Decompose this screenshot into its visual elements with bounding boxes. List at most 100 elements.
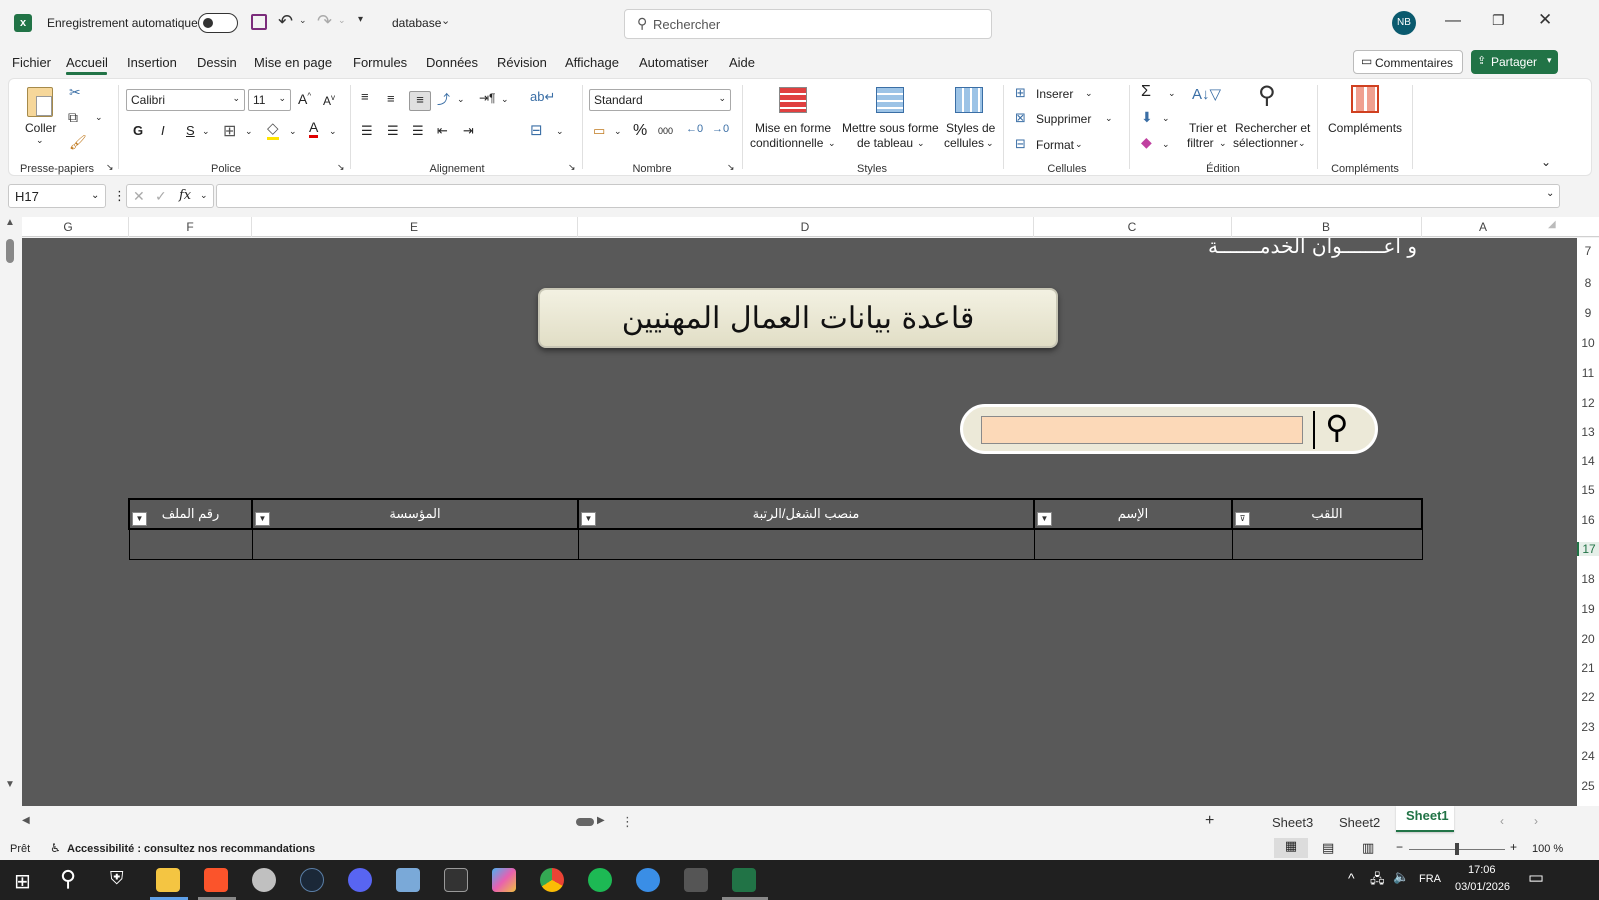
- column-header-b[interactable]: B: [1322, 220, 1330, 234]
- accessibility-icon[interactable]: ♿: [50, 841, 61, 855]
- find-dropdown-icon[interactable]: ⌄: [1298, 138, 1306, 149]
- column-divider[interactable]: [1421, 217, 1422, 237]
- scroll-thumb[interactable]: [6, 239, 14, 263]
- format-cells-icon[interactable]: ⊟: [1015, 136, 1026, 152]
- table-cell[interactable]: [577, 528, 1035, 560]
- filter-dropdown-icon[interactable]: ▼: [1037, 512, 1052, 526]
- confirm-formula-icon[interactable]: ✓: [155, 188, 167, 205]
- font-size-combo[interactable]: 11 ⌄: [248, 89, 291, 111]
- find-select-label-1[interactable]: Rechercher et: [1235, 121, 1310, 135]
- table-header-last-name[interactable]: اللقب ⊽: [1231, 498, 1423, 530]
- decrease-decimal-icon[interactable]: →0: [712, 123, 729, 135]
- insert-cells-button[interactable]: Inserer: [1036, 87, 1073, 101]
- text-direction-icon[interactable]: ⇥¶: [479, 91, 496, 105]
- redo-icon[interactable]: ↷: [317, 11, 332, 32]
- row-header[interactable]: 18: [1577, 572, 1599, 586]
- table-header-first-name[interactable]: الإسم ▼: [1033, 498, 1233, 530]
- menu-data[interactable]: Données: [426, 55, 478, 70]
- search-input[interactable]: ⚲ Rechercher: [624, 9, 992, 39]
- brave-browser-icon[interactable]: [204, 868, 228, 892]
- column-header-e[interactable]: E: [410, 220, 418, 234]
- column-divider[interactable]: [1231, 217, 1232, 237]
- epic-games-icon[interactable]: [444, 868, 468, 892]
- underline-dropdown-icon[interactable]: ⌄: [202, 126, 210, 137]
- row-header[interactable]: 20: [1577, 632, 1599, 646]
- scroll-down-icon[interactable]: ▼: [5, 779, 15, 790]
- orientation-dropdown-icon[interactable]: ⌄: [457, 94, 465, 105]
- filter-dropdown-icon[interactable]: ▼: [132, 512, 147, 526]
- cell-styles-dropdown-icon[interactable]: ⌄: [986, 138, 994, 149]
- excel-taskbar-icon[interactable]: [732, 868, 756, 892]
- menu-formulas[interactable]: Formules: [353, 55, 407, 70]
- more-options-icon[interactable]: ⋮: [113, 188, 126, 204]
- table-header-position[interactable]: منصب الشغل/الرتبة ▼: [577, 498, 1035, 530]
- menu-home[interactable]: Accueil: [66, 55, 108, 70]
- zoom-level[interactable]: 100 %: [1532, 843, 1563, 855]
- copy-dropdown-icon[interactable]: ⌄: [95, 112, 103, 123]
- row-header[interactable]: 10: [1577, 336, 1599, 350]
- format-dropdown-icon[interactable]: ⌄: [1075, 139, 1083, 150]
- borders-icon[interactable]: ⊞: [223, 121, 236, 141]
- conditional-formatting-label-1[interactable]: Mise en forme: [755, 121, 831, 135]
- row-header[interactable]: 7: [1577, 244, 1599, 258]
- number-format-combo[interactable]: Standard ⌄: [589, 89, 731, 111]
- row-header[interactable]: 19: [1577, 602, 1599, 616]
- row-header[interactable]: 11: [1577, 366, 1599, 380]
- row-header[interactable]: 23: [1577, 720, 1599, 734]
- find-select-label-2[interactable]: sélectionner: [1233, 136, 1298, 150]
- comments-button[interactable]: ▭ Commentaires: [1353, 50, 1463, 74]
- zoom-in-icon[interactable]: +: [1510, 840, 1517, 854]
- italic-button[interactable]: I: [161, 123, 165, 138]
- column-header-g[interactable]: G: [63, 220, 72, 234]
- file-explorer-icon[interactable]: [156, 868, 180, 892]
- column-divider[interactable]: [128, 217, 129, 237]
- sheet-search-input[interactable]: [981, 416, 1303, 444]
- copilot-icon[interactable]: [492, 868, 516, 892]
- tray-chevron-icon[interactable]: ^: [1348, 870, 1355, 886]
- conditional-dropdown-icon[interactable]: ⌄: [828, 138, 836, 149]
- formula-input[interactable]: [216, 184, 1560, 208]
- conditional-formatting-icon[interactable]: [779, 87, 807, 113]
- autosave-toggle[interactable]: [198, 13, 238, 33]
- tab-bar-options-icon[interactable]: ⋮: [621, 814, 634, 830]
- windows-start-icon[interactable]: ⊞: [14, 869, 31, 894]
- row-header[interactable]: 24: [1577, 749, 1599, 763]
- column-header-a[interactable]: A: [1479, 220, 1487, 234]
- sheet-grid[interactable]: و أعـــــــوان الخدمـــــــة قاعدة بيانا…: [22, 238, 1577, 806]
- delete-dropdown-icon[interactable]: ⌄: [1105, 113, 1113, 124]
- menu-file[interactable]: Fichier: [12, 55, 51, 70]
- paint-app-icon[interactable]: [252, 868, 276, 892]
- cell-styles-label-2[interactable]: cellules: [944, 136, 984, 150]
- autosum-dropdown-icon[interactable]: ⌄: [1168, 88, 1176, 99]
- security-shield-icon[interactable]: ⛨: [110, 868, 124, 889]
- prev-sheet-icon[interactable]: ‹: [1500, 814, 1504, 828]
- close-icon[interactable]: ✕: [1538, 10, 1552, 30]
- font-color-dropdown-icon[interactable]: ⌄: [329, 126, 337, 137]
- cancel-formula-icon[interactable]: ✕: [133, 188, 145, 205]
- delete-cells-icon[interactable]: ⊠: [1015, 110, 1026, 126]
- paste-dropdown-icon[interactable]: ⌄: [36, 135, 44, 146]
- tab-sheet1-active[interactable]: Sheet1: [1396, 806, 1454, 832]
- avatar[interactable]: NB: [1392, 11, 1416, 35]
- add-sheet-icon[interactable]: +: [1205, 812, 1214, 830]
- zoom-slider[interactable]: [1409, 843, 1505, 855]
- bold-button[interactable]: G: [133, 123, 143, 138]
- redo-dropdown-icon[interactable]: ⌄: [338, 15, 346, 26]
- font-launcher-icon[interactable]: ↘: [337, 162, 345, 173]
- tab-sheet2[interactable]: Sheet2: [1339, 815, 1380, 830]
- table-cell[interactable]: [1033, 528, 1233, 560]
- customize-toolbar-icon[interactable]: ▾: [358, 14, 363, 25]
- addins-icon[interactable]: [1351, 85, 1379, 113]
- undo-dropdown-icon[interactable]: ⌄: [299, 15, 307, 26]
- column-divider[interactable]: [577, 217, 578, 237]
- autosum-icon[interactable]: Σ: [1141, 83, 1151, 101]
- column-header-f[interactable]: F: [186, 220, 193, 234]
- normal-view-icon[interactable]: ▦: [1274, 838, 1308, 858]
- file-name[interactable]: database: [392, 16, 441, 30]
- wrap-text-icon[interactable]: ab↵: [530, 89, 555, 105]
- underline-button[interactable]: S: [186, 123, 195, 138]
- menu-insert[interactable]: Insertion: [127, 55, 177, 70]
- align-middle-icon[interactable]: ≡: [387, 91, 395, 106]
- page-layout-view-icon[interactable]: ▤: [1322, 840, 1334, 856]
- keyboard-language[interactable]: FRA: [1419, 873, 1441, 885]
